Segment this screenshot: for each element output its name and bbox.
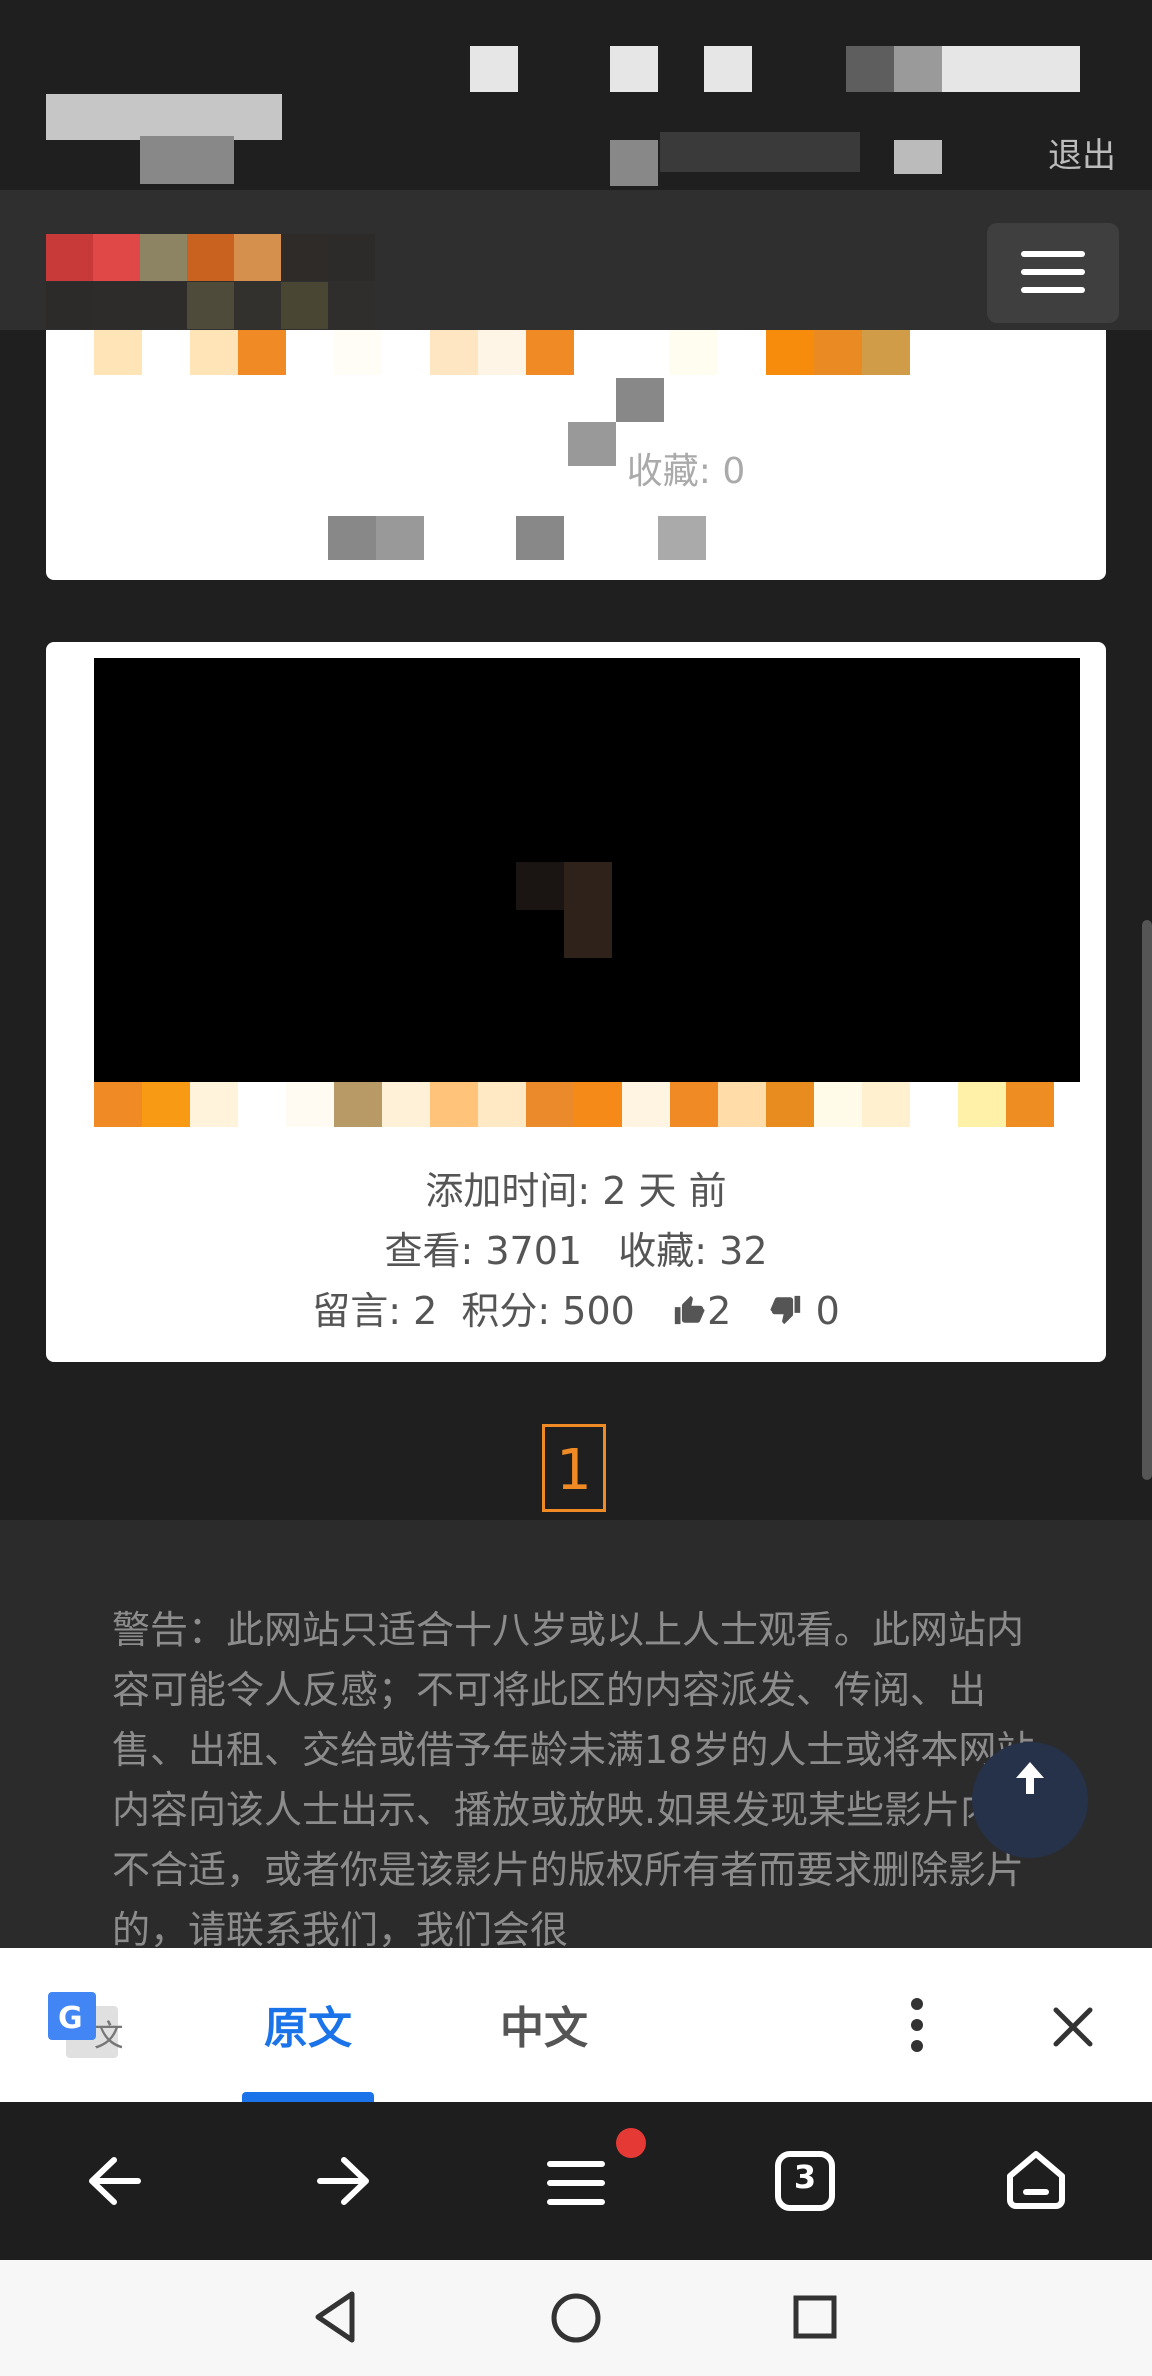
system-recents-icon[interactable]	[792, 2294, 838, 2344]
stats-row: 查看: 3701 收藏: 32	[46, 1220, 1106, 1275]
translate-bar: 文 G 原文 中文	[0, 1948, 1152, 2102]
blurred-title-strip	[94, 1082, 1054, 1127]
thumbs-up-icon[interactable]	[671, 1292, 707, 1336]
more-vertical-icon[interactable]	[902, 1996, 932, 2058]
tab-count: 3	[793, 2158, 817, 2196]
added-time: 添加时间: 2 天 前	[425, 1169, 727, 1213]
site-logo[interactable]	[46, 234, 375, 285]
blurred-meta	[616, 378, 664, 422]
svg-text:G: G	[58, 2001, 83, 2036]
blurred-site-name	[46, 94, 282, 140]
google-translate-icon[interactable]: 文 G	[46, 1988, 124, 2068]
scroll-to-top-button[interactable]	[972, 1742, 1088, 1858]
blurred-meta	[658, 516, 706, 560]
nav-bar	[0, 190, 1152, 330]
forward-arrow-icon[interactable]	[314, 2154, 372, 2212]
system-back-icon[interactable]	[312, 2290, 358, 2348]
blurred-user-link	[942, 46, 1080, 92]
views-count: 查看: 3701	[384, 1229, 583, 1273]
favorites-count: 收藏: 32	[618, 1229, 768, 1273]
blurred-title-strip	[94, 330, 1006, 375]
points-value: 积分: 500	[461, 1289, 635, 1333]
pagination-current-page[interactable]: 1	[542, 1424, 606, 1512]
blurred-user-link	[894, 46, 942, 92]
site-logo-lower	[46, 282, 375, 333]
blurred-meta	[516, 516, 564, 560]
home-icon[interactable]	[1004, 2148, 1068, 2216]
tab-chinese[interactable]: 中文	[500, 1992, 588, 2056]
comments-count: 留言: 2	[312, 1289, 438, 1333]
browser-menu-icon[interactable]	[546, 2158, 606, 2212]
blurred-user-link	[610, 46, 658, 92]
video-card[interactable]: 收藏: 0	[46, 330, 1106, 580]
page-scrollbar[interactable]	[1142, 920, 1152, 1480]
notification-dot	[616, 2128, 646, 2158]
card1-favorites: 收藏: 0	[626, 451, 746, 492]
blurred-meta	[376, 516, 424, 560]
blurred-site-subtitle	[140, 136, 234, 184]
age-warning-text: 警告：此网站只适合十八岁或以上人士观看。此网站内容可能令人反感；不可将此区的内容…	[112, 1608, 1037, 1952]
top-header: 退出	[0, 0, 1152, 190]
blurred-messages	[894, 140, 942, 174]
tab-original[interactable]: 原文	[264, 1992, 352, 2056]
menu-toggle-button[interactable]	[987, 223, 1119, 323]
svg-text:文: 文	[94, 2019, 122, 2054]
blurred-user-link	[704, 46, 752, 92]
dislikes-count: 0	[815, 1289, 840, 1333]
blurred-meta	[328, 516, 376, 560]
video-card[interactable]: 添加时间: 2 天 前 查看: 3701 收藏: 32 留言: 2 积分: 50…	[46, 642, 1106, 1362]
back-arrow-icon[interactable]	[86, 2154, 144, 2212]
arrow-up-icon	[1016, 1762, 1044, 1794]
system-home-icon[interactable]	[550, 2292, 602, 2348]
tabs-icon[interactable]: 3	[774, 2150, 836, 2216]
blurred-user-link	[846, 46, 894, 92]
blurred-points	[610, 140, 658, 186]
tab-indicator	[242, 2092, 374, 2102]
stats-row-2: 留言: 2 积分: 500 2 0	[46, 1280, 1106, 1336]
logout-link[interactable]: 退出	[1048, 128, 1116, 177]
video-thumbnail[interactable]	[94, 658, 1080, 1082]
browser-toolbar: 3	[0, 2102, 1152, 2260]
thumbs-down-icon[interactable]	[768, 1292, 804, 1336]
close-icon[interactable]	[1050, 2004, 1096, 2054]
thumbnail-blur	[516, 862, 564, 910]
blurred-user-link	[470, 46, 518, 92]
system-nav-bar	[0, 2260, 1152, 2376]
likes-count: 2	[707, 1289, 732, 1333]
hamburger-icon	[1021, 251, 1085, 257]
blurred-points	[660, 132, 860, 172]
